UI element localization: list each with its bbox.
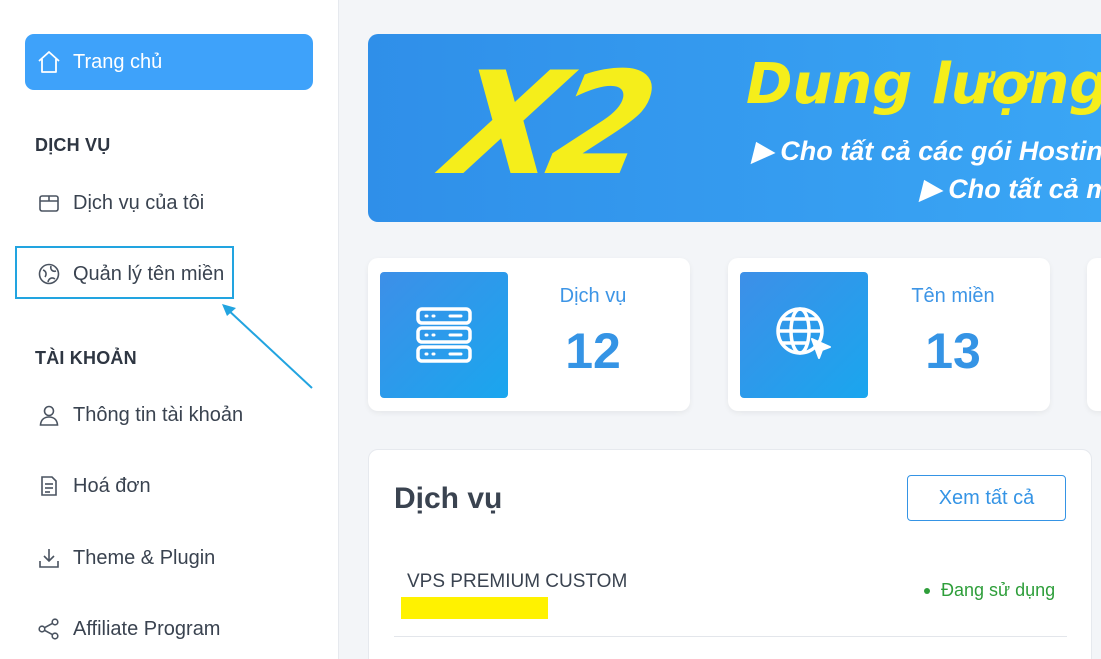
sidebar-item-invoices[interactable]: Hoá đơn: [35, 469, 151, 503]
user-icon: [35, 401, 63, 429]
annotation-arrow-icon: [222, 304, 313, 389]
banner-title: Dung lượng: [746, 52, 1101, 117]
sidebar-item-account-info[interactable]: Thông tin tài khoản: [35, 398, 243, 432]
banner-line-1: ▶ Cho tất cả các gói Hosting: [752, 136, 1101, 166]
stat-card-services[interactable]: Dịch vụ 12: [368, 258, 690, 411]
share-icon: [35, 615, 63, 643]
section-title-services: DỊCH VỤ: [35, 135, 111, 155]
services-panel: Dịch vụ Xem tất cả VPS PREMIUM CUSTOM Đa…: [368, 449, 1092, 659]
stat-label: Tên miền: [911, 285, 995, 307]
service-name[interactable]: VPS PREMIUM CUSTOM: [407, 571, 627, 593]
stat-card-domains[interactable]: Tên miền 13: [728, 258, 1050, 411]
sidebar-item-theme-plugin[interactable]: Theme & Plugin: [35, 541, 215, 575]
server-icon: [380, 272, 508, 398]
status-text: Đang sử dụng: [941, 580, 1056, 600]
stat-label: Dịch vụ: [559, 285, 627, 307]
sidebar-item-label: Affiliate Program: [73, 617, 221, 640]
invoice-icon: [35, 472, 63, 500]
status-dot-icon: [924, 587, 930, 594]
sidebar-item-label: Dịch vụ của tôi: [73, 191, 205, 214]
stat-card-partial[interactable]: [1087, 258, 1101, 411]
sidebar-item-label: Thông tin tài khoản: [73, 403, 244, 426]
promo-banner[interactable]: X2 Dung lượng ▶ Cho tất cả các gói Hosti…: [368, 34, 1101, 222]
highlight-box: [15, 246, 234, 299]
redaction-mark: [401, 597, 548, 619]
banner-line-2: ▶ Cho tất cả m: [920, 174, 1101, 204]
globe-cursor-icon: [740, 272, 868, 398]
sidebar-item-label: Trang chủ: [73, 50, 163, 73]
sidebar-item-label: Hoá đơn: [73, 474, 151, 497]
divider: [394, 636, 1067, 637]
download-icon: [35, 544, 63, 572]
banner-x2: X2: [434, 42, 662, 207]
box-icon: [35, 189, 63, 217]
home-icon: [35, 48, 63, 76]
sidebar-item-affiliate[interactable]: Affiliate Program: [35, 612, 220, 646]
stat-value: 12: [565, 323, 621, 379]
see-all-button[interactable]: Xem tất cả: [907, 475, 1066, 521]
panel-title: Dịch vụ: [394, 482, 503, 515]
section-title-account: TÀI KHOẢN: [35, 348, 137, 368]
sidebar-item-home[interactable]: Trang chủ: [25, 34, 313, 90]
stat-value: 13: [925, 323, 981, 379]
sidebar-item-my-services[interactable]: Dịch vụ của tôi: [35, 186, 204, 220]
sidebar-item-label: Theme & Plugin: [73, 546, 216, 569]
status-badge: Đang sử dụng: [924, 580, 1055, 601]
sidebar: Trang chủ DỊCH VỤ Dịch vụ của tôi Quản l…: [0, 0, 339, 659]
